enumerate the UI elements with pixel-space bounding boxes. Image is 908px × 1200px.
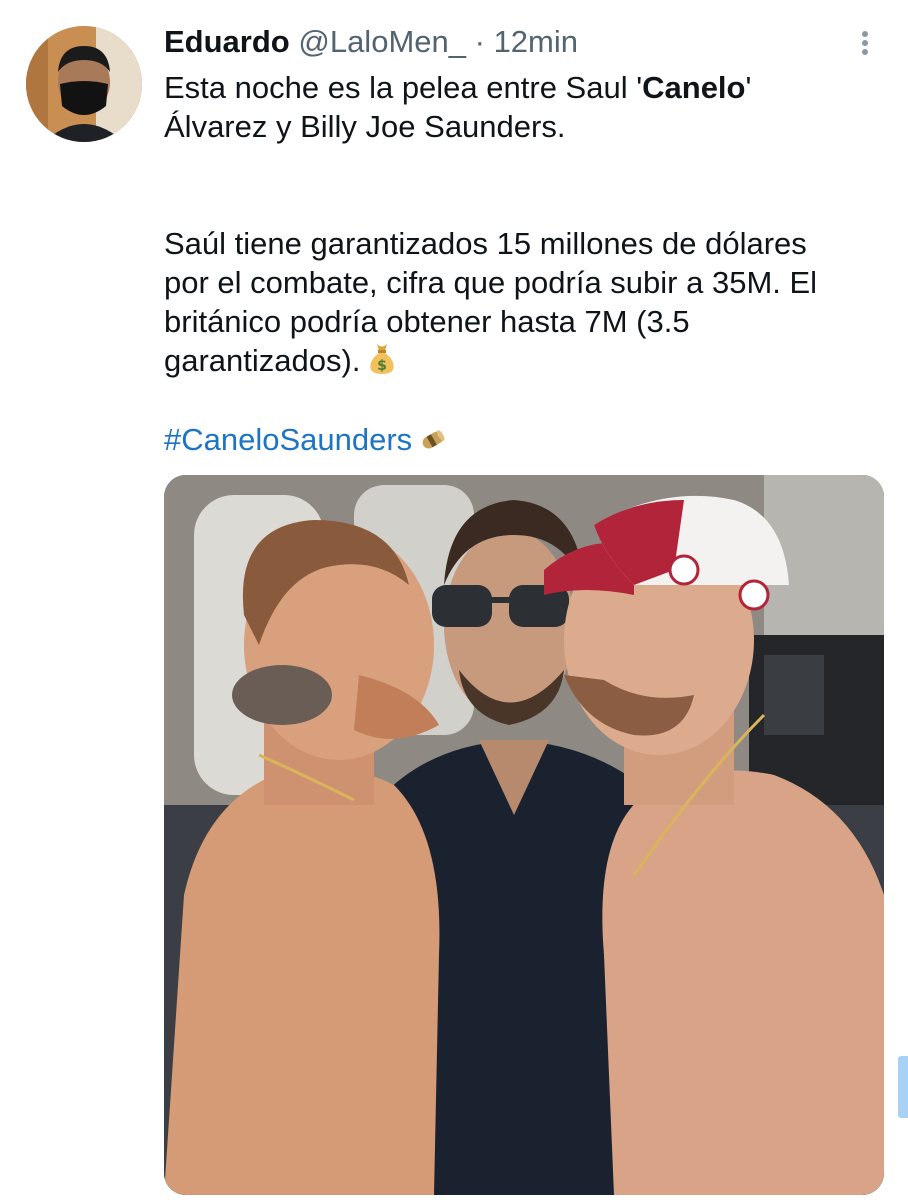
tweet-photo[interactable] <box>164 475 884 1195</box>
hashtag-line: #CaneloSaunders <box>164 420 448 463</box>
text-bold-segment: Canelo <box>642 70 746 105</box>
text-segment: ' <box>745 70 752 105</box>
svg-text:$: $ <box>378 358 388 374</box>
money-bag-icon: $ <box>366 341 398 384</box>
text-line: británico podría obtener hasta 7M (3.5 <box>164 304 690 339</box>
text-line: Esta noche es la pelea entre Saul 'Canel… <box>164 68 884 107</box>
tweet-header: Eduardo @LaloMen_ · 12min <box>164 22 578 62</box>
tweet-text: Esta noche es la pelea entre Saul 'Canel… <box>164 68 884 384</box>
author-handle[interactable]: @LaloMen_ <box>298 24 466 59</box>
author-name[interactable]: Eduardo <box>164 24 290 59</box>
scrollbar-thumb[interactable] <box>898 1056 908 1118</box>
avatar[interactable] <box>26 26 142 142</box>
text-segment: garantizados). <box>164 343 361 378</box>
text-line: Saúl tiene garantizados 15 millones de d… <box>164 226 807 261</box>
more-options-icon[interactable] <box>850 22 880 62</box>
text-line: garantizados). $ <box>164 341 884 384</box>
text-line: Álvarez y Billy Joe Saunders. <box>164 109 566 144</box>
text-segment: Esta noche es la pelea entre Saul ' <box>164 70 643 105</box>
tweet[interactable]: Eduardo @LaloMen_ · 12min Esta noche es … <box>0 0 908 1200</box>
separator-dot: · <box>474 24 485 59</box>
money-roll-icon <box>418 424 448 463</box>
text-line: por el combate, cifra que podría subir a… <box>164 265 818 300</box>
timestamp[interactable]: 12min <box>494 24 578 59</box>
hashtag-link[interactable]: #CaneloSaunders <box>164 422 412 457</box>
